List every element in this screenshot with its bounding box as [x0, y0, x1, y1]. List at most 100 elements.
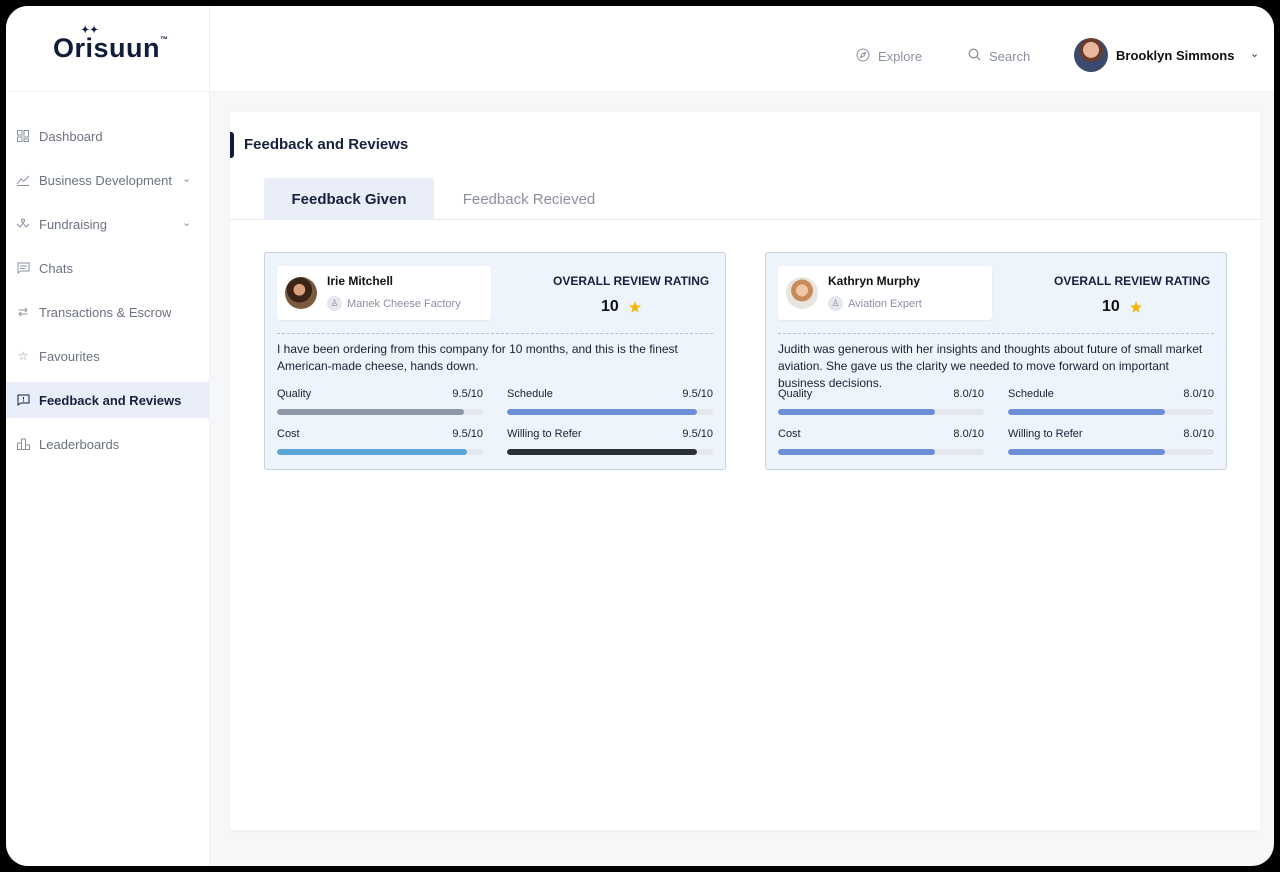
star-icon: ☆ [17, 349, 29, 363]
metric-bar-fill [1008, 449, 1165, 455]
sidebar: ✦✦ Orisuun™ Dashboard Business Developme… [6, 6, 210, 866]
compass-icon [856, 48, 870, 65]
sidebar-item-label: Dashboard [39, 128, 103, 144]
metric-bar-fill [778, 449, 935, 455]
sparkle-icon: ✦✦ [81, 25, 99, 36]
overall-rating: 10 ★ [601, 298, 641, 316]
sidebar-item-business-development[interactable]: Business Development ⌄ [6, 162, 209, 198]
reviewer-company: ♙ Manek Cheese Factory [327, 296, 461, 311]
sidebar-item-chats[interactable]: Chats [6, 250, 209, 286]
chevron-down-icon[interactable]: ⌄ [182, 216, 191, 229]
divider [778, 333, 1214, 334]
sidebar-item-label: Transactions & Escrow [39, 304, 172, 320]
metric-label: Willing to Refer [507, 428, 582, 440]
rating-value: 10 [601, 298, 619, 315]
review-comment: I have been ordering from this company f… [277, 342, 678, 373]
metric-bar [277, 449, 483, 455]
metric-value: 9.5/10 [682, 388, 713, 400]
metric-value: 9.5/10 [452, 388, 483, 400]
metric-value: 8.0/10 [953, 428, 984, 440]
explore-label: Explore [878, 49, 923, 64]
search-label: Search [989, 48, 1031, 64]
metric-label: Quality [277, 388, 312, 400]
main-panel: Feedback and Reviews Feedback Given Feed… [230, 112, 1260, 830]
sidebar-item-dashboard[interactable]: Dashboard [6, 118, 209, 154]
user-icon: ♙ [828, 296, 843, 311]
star-icon: ★ [628, 298, 642, 315]
metric-label: Schedule [507, 388, 553, 400]
reviewer-info: Kathryn Murphy ♙ Aviation Expert [778, 266, 992, 320]
user-name: Brooklyn Simmons [1116, 47, 1235, 63]
overall-rating: 10 ★ [1102, 298, 1142, 316]
sidebar-item-favourites[interactable]: ☆ Favourites [6, 338, 209, 374]
review-card: Irie Mitchell ♙ Manek Cheese Factory OVE… [264, 252, 726, 470]
feedback-icon [16, 393, 30, 407]
metric-bar-fill [277, 449, 467, 455]
sidebar-item-label: Business Development [39, 172, 172, 188]
metric-bar [507, 449, 713, 455]
sidebar-nav: Dashboard Business Development ⌄ Fundrai… [6, 92, 209, 462]
user-menu[interactable]: Brooklyn Simmons ⌄ [1074, 38, 1259, 72]
logo-text: ✦✦ Orisuun™ [53, 25, 169, 64]
sidebar-item-label: Leaderboards [39, 436, 120, 452]
metric-bar-fill [778, 409, 935, 415]
metric-value: 8.0/10 [1183, 388, 1214, 400]
sidebar-item-leaderboards[interactable]: Leaderboards [6, 426, 209, 462]
metric-bar [778, 409, 984, 415]
metric-bar [277, 409, 483, 415]
metric-bar-fill [1008, 409, 1165, 415]
page-title: Feedback and Reviews [244, 136, 409, 153]
tab-feedback-received[interactable]: Feedback Recieved [444, 178, 614, 220]
metric-label: Cost [277, 428, 300, 440]
review-comment: Judith was generous with her insights an… [778, 342, 1203, 390]
overall-rating-label: OVERALL REVIEW RATING [1054, 274, 1211, 288]
metric-bar-fill [277, 409, 465, 415]
sidebar-item-label: Favourites [39, 348, 100, 364]
overall-rating-label: OVERALL REVIEW RATING [553, 274, 710, 288]
chat-icon [16, 261, 30, 275]
metric-value: 8.0/10 [1183, 428, 1214, 440]
divider [277, 333, 713, 334]
logo[interactable]: ✦✦ Orisuun™ [6, 6, 209, 92]
metric-bar [778, 449, 984, 455]
brand-name: Orisuun [53, 33, 161, 63]
rating-value: 10 [1102, 298, 1120, 315]
company-label: Manek Cheese Factory [347, 297, 461, 310]
avatar[interactable] [1074, 38, 1108, 72]
sidebar-item-feedback[interactable]: Feedback and Reviews [6, 382, 209, 418]
metric-bar [1008, 409, 1214, 415]
metric-label: Willing to Refer [1008, 428, 1083, 440]
reviewer-company: ♙ Aviation Expert [828, 296, 922, 311]
chart-icon [16, 173, 30, 187]
title-marker [230, 132, 234, 158]
top-bar: Explore Search Brooklyn Simmons ⌄ [210, 6, 1274, 92]
user-icon: ♙ [327, 296, 342, 311]
star-icon: ★ [1129, 298, 1143, 315]
metric-bar [1008, 449, 1214, 455]
chevron-down-icon[interactable]: ⌄ [182, 172, 191, 185]
metric-value: 9.5/10 [452, 428, 483, 440]
reviewer-name: Kathryn Murphy [828, 274, 921, 288]
company-label: Aviation Expert [848, 297, 922, 310]
sidebar-item-transactions[interactable]: ⇄ Transactions & Escrow [6, 294, 209, 330]
avatar [786, 277, 818, 309]
tab-bar: Feedback Given Feedback Recieved [230, 178, 1260, 220]
review-card: Kathryn Murphy ♙ Aviation Expert OVERALL… [765, 252, 1227, 470]
reviewer-info: Irie Mitchell ♙ Manek Cheese Factory [277, 266, 491, 320]
search-icon [968, 48, 981, 64]
arrows-icon: ⇄ [17, 305, 29, 319]
chevron-down-icon[interactable]: ⌄ [1250, 47, 1259, 60]
sidebar-item-label: Feedback and Reviews [39, 392, 182, 408]
metric-bar-fill [507, 409, 697, 415]
metric-bar-fill [507, 449, 697, 455]
explore-link[interactable]: Explore [856, 48, 922, 65]
sidebar-item-fundraising[interactable]: Fundraising ⌄ [6, 206, 209, 242]
metric-label: Schedule [1008, 388, 1054, 400]
tab-feedback-given[interactable]: Feedback Given [264, 178, 434, 220]
leaderboard-icon [16, 437, 30, 451]
fundraising-icon [16, 217, 30, 231]
metric-label: Cost [778, 428, 801, 440]
sidebar-item-label: Chats [39, 260, 73, 276]
metric-label: Quality [778, 388, 813, 400]
search-link[interactable]: Search [968, 48, 1030, 64]
